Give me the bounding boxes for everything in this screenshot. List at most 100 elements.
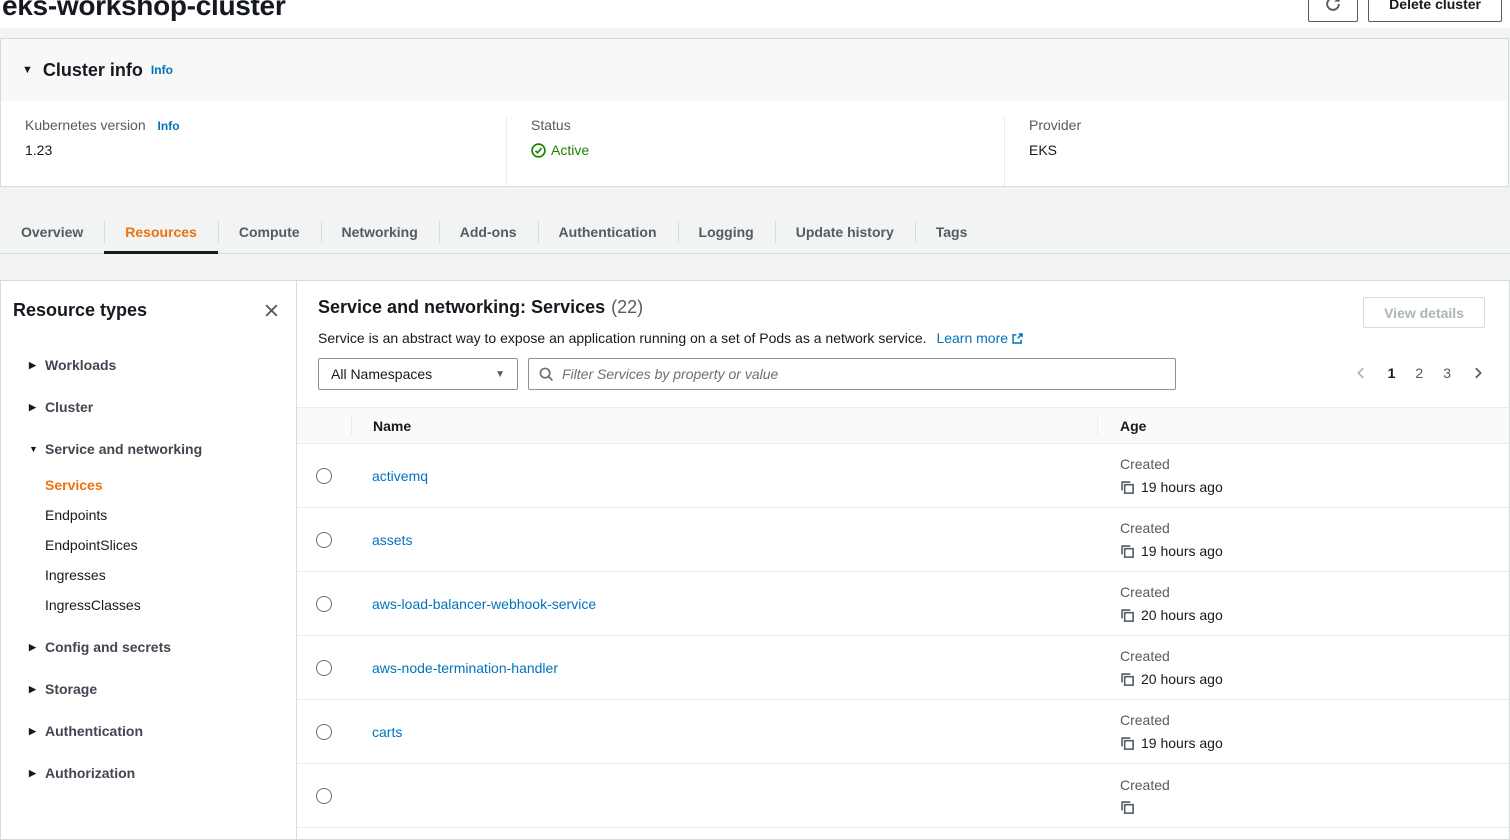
check-circle-icon bbox=[531, 143, 546, 158]
tab-resources[interactable]: Resources bbox=[104, 210, 218, 253]
row-select-radio[interactable] bbox=[316, 468, 332, 484]
provider-field: Provider EKS bbox=[1004, 117, 1508, 186]
view-details-button[interactable]: View details bbox=[1363, 297, 1485, 328]
page-title: eks-workshop-cluster bbox=[2, 0, 285, 22]
service-name-link[interactable]: assets bbox=[372, 532, 412, 548]
expand-arrow-icon[interactable]: ▶ bbox=[29, 360, 45, 371]
row-select-radio[interactable] bbox=[316, 596, 332, 612]
expand-arrow-icon[interactable]: ▶ bbox=[29, 768, 45, 779]
dropdown-caret-icon: ▼ bbox=[495, 369, 505, 380]
cluster-info-title: Cluster info bbox=[43, 60, 143, 81]
row-select-radio[interactable] bbox=[316, 724, 332, 740]
service-name-link[interactable]: activemq bbox=[372, 468, 428, 484]
chevron-left-icon[interactable] bbox=[1354, 366, 1368, 380]
expand-arrow-icon[interactable]: ▶ bbox=[29, 684, 45, 695]
expand-arrow-icon[interactable]: ▶ bbox=[29, 642, 45, 653]
sidebar-group-children: ServicesEndpointsEndpointSlicesIngresses… bbox=[1, 470, 296, 626]
created-label: Created bbox=[1120, 584, 1509, 600]
sidebar-item-ingressclasses[interactable]: IngressClasses bbox=[1, 590, 296, 620]
age-value: 19 hours ago bbox=[1141, 543, 1223, 559]
search-box bbox=[528, 358, 1176, 390]
page-number[interactable]: 3 bbox=[1443, 365, 1451, 381]
age-value: 19 hours ago bbox=[1141, 735, 1223, 751]
sidebar-item-ingresses[interactable]: Ingresses bbox=[1, 560, 296, 590]
chevron-right-icon[interactable] bbox=[1471, 366, 1485, 380]
status-value: Active bbox=[551, 142, 589, 158]
row-select-radio[interactable] bbox=[316, 532, 332, 548]
age-column-header[interactable]: Age bbox=[1098, 418, 1509, 434]
tab-overview[interactable]: Overview bbox=[0, 210, 104, 253]
status-label: Status bbox=[531, 117, 1004, 133]
created-label: Created bbox=[1120, 712, 1509, 728]
header-actions: Delete cluster bbox=[1308, 0, 1502, 22]
sidebar-group-authentication[interactable]: ▶ Authentication bbox=[1, 710, 296, 752]
page-number[interactable]: 2 bbox=[1415, 365, 1423, 381]
services-table: Name Age activemq Created 19 hours ago a… bbox=[297, 407, 1509, 828]
copy-icon[interactable] bbox=[1120, 544, 1135, 559]
sidebar-group-workloads[interactable]: ▶ Workloads bbox=[1, 344, 296, 386]
namespace-select-value: All Namespaces bbox=[331, 366, 432, 382]
table-row: aws-load-balancer-webhook-service Create… bbox=[297, 572, 1509, 636]
kubernetes-version-info-link[interactable]: Info bbox=[158, 119, 180, 133]
service-name-link[interactable]: carts bbox=[372, 724, 402, 740]
tab-logging[interactable]: Logging bbox=[678, 210, 775, 253]
created-label: Created bbox=[1120, 520, 1509, 536]
search-input[interactable] bbox=[562, 366, 1165, 382]
service-name-link[interactable]: aws-node-termination-handler bbox=[372, 660, 558, 676]
age-value: 19 hours ago bbox=[1141, 479, 1223, 495]
delete-cluster-button[interactable]: Delete cluster bbox=[1368, 0, 1502, 22]
services-panel: Service and networking: Services (22) Vie… bbox=[296, 280, 1510, 840]
cluster-info-header[interactable]: ▼ Cluster info Info bbox=[1, 39, 1508, 101]
tab-add-ons[interactable]: Add-ons bbox=[439, 210, 538, 253]
sidebar-group-authorization[interactable]: ▶ Authorization bbox=[1, 752, 296, 794]
collapse-caret-icon[interactable]: ▼ bbox=[22, 64, 33, 76]
service-name-link[interactable]: aws-load-balancer-webhook-service bbox=[372, 596, 596, 612]
tab-tags[interactable]: Tags bbox=[915, 210, 989, 253]
copy-icon[interactable] bbox=[1120, 736, 1135, 751]
cluster-info-body: Kubernetes version Info 1.23 Status Acti… bbox=[1, 101, 1508, 186]
refresh-icon bbox=[1324, 0, 1342, 13]
row-select-radio[interactable] bbox=[316, 660, 332, 676]
table-header: Name Age bbox=[297, 408, 1509, 444]
namespace-select[interactable]: All Namespaces ▼ bbox=[318, 358, 518, 390]
search-icon bbox=[539, 367, 554, 382]
sidebar-group-storage[interactable]: ▶ Storage bbox=[1, 668, 296, 710]
learn-more-link[interactable]: Learn more bbox=[936, 330, 1024, 346]
copy-icon[interactable] bbox=[1120, 672, 1135, 687]
copy-icon[interactable] bbox=[1120, 608, 1135, 623]
table-row: activemq Created 19 hours ago bbox=[297, 444, 1509, 508]
kubernetes-version-label: Kubernetes version bbox=[25, 117, 146, 133]
created-label: Created bbox=[1120, 648, 1509, 664]
sidebar-item-services[interactable]: Services bbox=[1, 470, 296, 500]
tab-compute[interactable]: Compute bbox=[218, 210, 321, 253]
table-row: assets Created 19 hours ago bbox=[297, 508, 1509, 572]
sidebar-group-config-and-secrets[interactable]: ▶ Config and secrets bbox=[1, 626, 296, 668]
table-row: carts Created 19 hours ago bbox=[297, 700, 1509, 764]
copy-icon[interactable] bbox=[1120, 800, 1135, 815]
close-panel-button[interactable] bbox=[261, 300, 282, 321]
refresh-button[interactable] bbox=[1308, 0, 1358, 22]
services-title: Service and networking: Services bbox=[318, 297, 605, 317]
services-count: (22) bbox=[611, 297, 643, 317]
cluster-info-info-link[interactable]: Info bbox=[151, 63, 173, 77]
page-number[interactable]: 1 bbox=[1388, 365, 1396, 381]
copy-icon[interactable] bbox=[1120, 480, 1135, 495]
sidebar-group-cluster[interactable]: ▶ Cluster bbox=[1, 386, 296, 428]
cluster-tabs: OverviewResourcesComputeNetworkingAdd-on… bbox=[0, 210, 1510, 254]
tab-update-history[interactable]: Update history bbox=[775, 210, 915, 253]
name-column-header[interactable]: Name bbox=[352, 418, 1097, 434]
sidebar-item-endpoints[interactable]: Endpoints bbox=[1, 500, 296, 530]
cluster-info-card: ▼ Cluster info Info Kubernetes version I… bbox=[0, 38, 1509, 187]
sidebar-item-endpointslices[interactable]: EndpointSlices bbox=[1, 530, 296, 560]
tab-networking[interactable]: Networking bbox=[321, 210, 439, 253]
resource-types-tree: ▶ Workloads ▶ Cluster ▼ Service and netw… bbox=[1, 344, 296, 794]
row-select-radio[interactable] bbox=[316, 788, 332, 804]
sidebar-group-service-and-networking[interactable]: ▼ Service and networking bbox=[1, 428, 296, 470]
provider-label: Provider bbox=[1029, 117, 1508, 133]
tab-authentication[interactable]: Authentication bbox=[538, 210, 678, 253]
expand-arrow-icon[interactable]: ▶ bbox=[29, 402, 45, 413]
services-description: Service is an abstract way to expose an … bbox=[318, 330, 927, 346]
expand-arrow-icon[interactable]: ▼ bbox=[29, 444, 45, 454]
expand-arrow-icon[interactable]: ▶ bbox=[29, 726, 45, 737]
created-label: Created bbox=[1120, 456, 1509, 472]
